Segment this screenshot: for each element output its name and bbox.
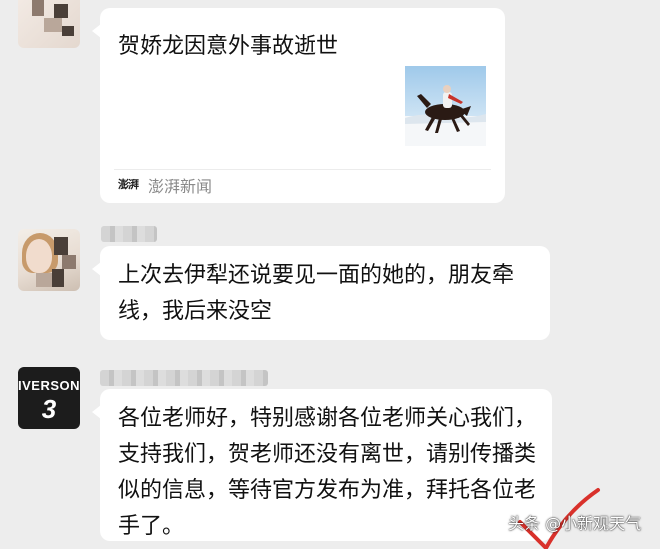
text-message-bubble[interactable]: 上次去伊犁还说要见一面的她的，朋友牵线，我后来没空 [92, 246, 550, 340]
jersey-name: IVERSON [18, 378, 80, 393]
card-title: 贺娇龙因意外事故逝世 [118, 34, 339, 59]
link-card-bubble[interactable]: 贺娇龙因意外事故逝世 澎湃 澎湃新闻 [92, 8, 505, 203]
message-text: 各位老师好，特别感谢各位老师关心我们，支持我们，贺老师还没有离世，请别传播类似的… [118, 406, 537, 539]
avatar-pixel-block [54, 237, 68, 255]
text-message-bubble[interactable]: 各位老师好，特别感谢各位老师关心我们，支持我们，贺老师还没有离世，请别传播类似的… [92, 389, 552, 541]
card-source-name: 澎湃新闻 [148, 177, 213, 196]
avatar-pixel-block [44, 18, 62, 32]
avatar-pixel-block [54, 4, 68, 18]
avatar-pixel-block [32, 0, 44, 16]
sender-nickname-redacted [101, 226, 157, 242]
sender-nickname-redacted [100, 370, 268, 386]
pengpai-logo-icon: 澎湃 [118, 178, 139, 191]
watermark: 头条 @小新观天气 [508, 514, 642, 533]
card-divider [114, 169, 491, 170]
message-text: 上次去伊犁还说要见一面的她的，朋友牵线，我后来没空 [118, 263, 515, 324]
avatar[interactable] [18, 0, 80, 48]
avatar-face [26, 239, 52, 273]
avatar-pixel-block [62, 255, 76, 269]
avatar-pixel-block [36, 273, 52, 287]
horse-rider-snow-thumbnail [405, 66, 486, 146]
jersey-number: 3 [41, 394, 57, 424]
card-thumbnail [405, 66, 486, 146]
avatar[interactable]: IVERSON 3 [18, 367, 80, 429]
avatar[interactable] [18, 229, 80, 291]
avatar-pixel-block [62, 26, 74, 36]
avatar-pixel-block [52, 269, 64, 287]
